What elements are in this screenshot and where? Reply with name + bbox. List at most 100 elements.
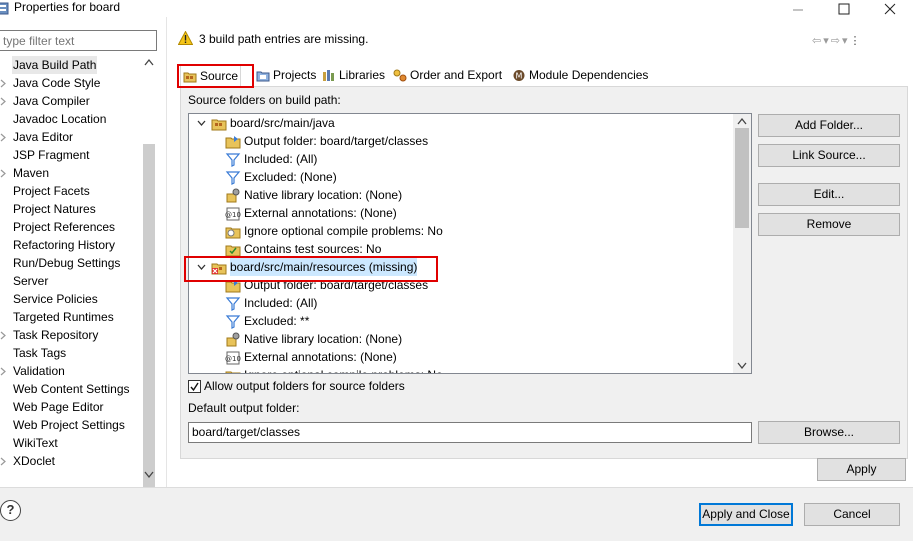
source-folders-tree[interactable]: board/src/main/java Output folder: board/… <box>188 113 752 374</box>
svg-text:@10: @10 <box>225 355 241 363</box>
tree-row[interactable]: Native library location: (None) <box>225 186 402 204</box>
expand-arrow-icon[interactable] <box>0 128 8 148</box>
tree-row[interactable]: board/src/main/java <box>195 114 335 132</box>
nav-scrollbar-thumb[interactable] <box>143 144 155 526</box>
default-output-folder-input[interactable]: board/target/classes <box>188 422 752 443</box>
collapse-arrow-icon[interactable] <box>195 114 207 132</box>
add-folder-button[interactable]: Add Folder... <box>758 114 900 137</box>
status-message: 3 build path entries are missing. <box>178 30 368 48</box>
tree-row-label: Excluded: (None) <box>244 170 337 184</box>
status-message-text: 3 build path entries are missing. <box>199 32 369 46</box>
nav-item-label: Java Editor <box>13 130 74 144</box>
forward-icon[interactable]: ⇨ <box>831 35 842 47</box>
preference-tree: Java Build Path Java Code Style Java Compi… <box>0 56 141 486</box>
tree-scrollbar[interactable] <box>733 114 751 373</box>
tree-row-label: Native library location: (None) <box>244 188 403 202</box>
tree-scroll-up-icon[interactable] <box>737 118 747 125</box>
apply-button[interactable]: Apply <box>817 458 906 481</box>
filter-icon <box>225 170 241 185</box>
remove-button[interactable]: Remove <box>758 213 900 236</box>
nav-item-label: Web Page Editor <box>13 400 104 414</box>
ignore-icon <box>225 224 241 239</box>
minimize-icon[interactable] <box>778 0 818 17</box>
tree-row[interactable]: Included: (All) <box>225 150 317 168</box>
tree-row[interactable]: Excluded: ** <box>225 312 309 330</box>
tree-row[interactable]: Included: (All) <box>225 294 317 312</box>
libraries-icon <box>323 69 334 81</box>
ignore-icon <box>225 368 241 373</box>
nav-item-label: Task Repository <box>13 328 99 342</box>
cancel-button[interactable]: Cancel <box>804 503 900 526</box>
annotations-icon: @10 <box>225 350 241 365</box>
expand-arrow-icon[interactable] <box>0 326 8 346</box>
source-folders-label: Source folders on build path: <box>188 93 341 107</box>
package-folder-icon <box>211 116 227 131</box>
nav-item-label: Web Project Settings <box>13 418 125 432</box>
nav-item-label: Web Content Settings <box>13 382 130 396</box>
nav-item-label: Java Build Path <box>12 56 98 74</box>
nav-item-label: Maven <box>13 166 50 180</box>
nav-scrollbar[interactable] <box>142 56 156 526</box>
browse-button[interactable]: Browse... <box>758 421 900 444</box>
filter-input[interactable] <box>0 30 157 51</box>
tree-row-label: External annotations: (None) <box>244 350 397 364</box>
scroll-up-icon[interactable] <box>142 58 156 72</box>
nav-item-label: Refactoring History <box>13 238 116 252</box>
tree-row[interactable]: Native library location: (None) <box>225 330 402 348</box>
checkbox-check-icon[interactable] <box>188 379 201 393</box>
tree-row[interactable]: Output folder: board/target/classes <box>225 132 428 150</box>
expand-arrow-icon[interactable] <box>0 92 8 112</box>
svg-text:M: M <box>516 71 523 80</box>
history-nav: ⇦▾⇨▾⋮ <box>812 34 863 48</box>
tree-row-label: Native library location: (None) <box>244 332 403 346</box>
tree-row[interactable]: Ignore optional compile problems: No <box>225 366 443 373</box>
expand-arrow-icon[interactable] <box>0 362 8 382</box>
forward-dropdown-icon[interactable]: ▾ <box>842 35 850 47</box>
expand-arrow-icon[interactable] <box>0 74 8 94</box>
back-icon[interactable]: ⇦ <box>812 35 823 47</box>
projects-icon <box>256 71 270 81</box>
allow-output-folders-checkbox[interactable]: Allow output folders for source folders <box>188 379 405 393</box>
highlight-source-tab <box>177 64 254 88</box>
module-icon: M <box>513 69 525 81</box>
nav-item-label: Javadoc Location <box>13 112 107 126</box>
apply-and-close-button[interactable]: Apply and Close <box>699 503 793 526</box>
native-lib-icon <box>225 332 241 347</box>
tree-row-label: Excluded: ** <box>244 314 310 328</box>
expand-arrow-icon[interactable] <box>0 164 8 184</box>
tree-row[interactable]: @10 External annotations: (None) <box>225 348 397 366</box>
tree-scrollbar-thumb[interactable] <box>735 128 749 228</box>
tab-projects[interactable]: Projects <box>254 64 318 86</box>
panel-divider[interactable] <box>166 17 167 487</box>
tree-row[interactable]: @10 External annotations: (None) <box>225 204 397 222</box>
annotations-icon: @10 <box>225 206 241 221</box>
tab-libraries[interactable]: Libraries <box>320 64 387 86</box>
warning-icon <box>178 31 193 45</box>
nav-item-label: XDoclet <box>13 454 56 468</box>
native-lib-icon <box>225 188 241 203</box>
tree-row[interactable]: Excluded: (None) <box>225 168 337 186</box>
nav-item-label: Validation <box>13 364 65 378</box>
tree-row-label: Included: (All) <box>244 152 318 166</box>
nav-item-label: WikiText <box>13 436 58 450</box>
scroll-down-icon[interactable] <box>142 471 156 485</box>
help-icon[interactable]: ? <box>0 500 21 521</box>
close-icon[interactable] <box>870 0 910 17</box>
tree-row[interactable]: Ignore optional compile problems: No <box>225 222 443 240</box>
nav-item-label: Targeted Runtimes <box>13 310 114 324</box>
tree-scroll-down-icon[interactable] <box>737 362 747 369</box>
nav-item-label: Run/Debug Settings <box>13 256 121 270</box>
edit-button[interactable]: Edit... <box>758 183 900 206</box>
expand-arrow-icon[interactable] <box>0 452 8 472</box>
tab-order-export[interactable]: Order and Export <box>391 64 504 86</box>
tree-row-label: board/src/main/java <box>230 116 335 130</box>
title-bar: Properties for board <box>0 0 913 17</box>
tab-module-dependencies[interactable]: M Module Dependencies <box>510 64 650 86</box>
link-source-button[interactable]: Link Source... <box>758 144 900 167</box>
view-menu-icon[interactable]: ⋮ <box>850 35 863 47</box>
filter-icon <box>225 314 241 329</box>
maximize-icon[interactable] <box>824 0 864 17</box>
back-dropdown-icon[interactable]: ▾ <box>823 35 831 47</box>
nav-item-label: Server <box>13 274 49 288</box>
nav-item-label: Project References <box>13 220 116 234</box>
